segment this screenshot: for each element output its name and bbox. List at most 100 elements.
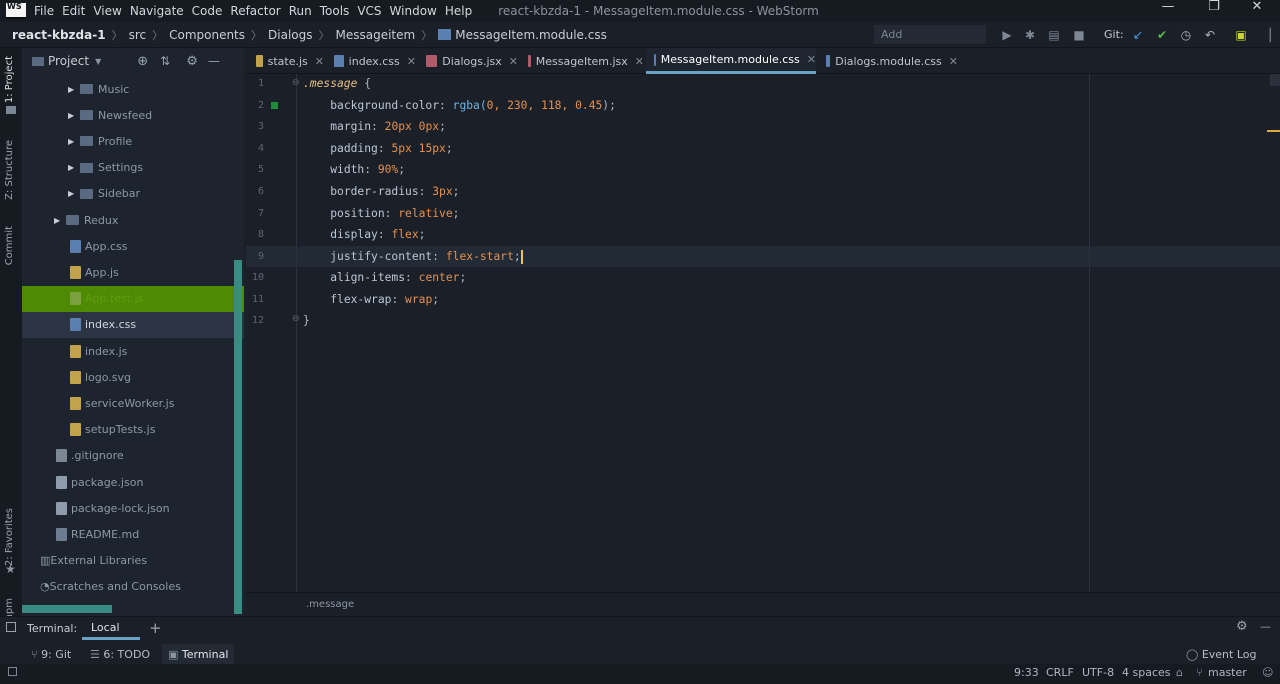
menu-code[interactable]: Code bbox=[192, 4, 223, 18]
project-scrollbar[interactable] bbox=[234, 260, 242, 614]
expand-arrow-icon[interactable]: ▶ bbox=[68, 189, 80, 198]
favorites-tool-button[interactable]: 2: Favorites bbox=[4, 508, 15, 566]
close-icon[interactable]: ✕ bbox=[315, 55, 324, 68]
tree-item[interactable]: App.test.js bbox=[22, 285, 244, 312]
close-icon[interactable]: ✕ bbox=[635, 55, 644, 68]
tree-item[interactable]: ◔ Scratches and Consoles bbox=[22, 574, 244, 600]
new-terminal-button[interactable]: + bbox=[149, 619, 162, 637]
rollback-icon[interactable]: ↶ bbox=[1202, 27, 1218, 43]
menu-file[interactable]: File bbox=[34, 4, 54, 18]
tab-state-js[interactable]: state.js ✕ bbox=[248, 48, 324, 74]
menu-run[interactable]: Run bbox=[289, 4, 312, 18]
close-window-icon[interactable]: ✕ bbox=[1234, 0, 1280, 22]
close-icon[interactable]: ✕ bbox=[509, 55, 518, 68]
tree-item[interactable]: ▶ Profile bbox=[22, 128, 244, 154]
status-caret-position[interactable]: 9:33 bbox=[1014, 666, 1039, 679]
hide-icon[interactable]: — bbox=[208, 54, 220, 68]
tree-item[interactable]: ▶ Sidebar bbox=[22, 181, 244, 207]
tree-item[interactable]: setupTests.js bbox=[22, 417, 244, 443]
breadcrumb-project[interactable]: react-kbzda-1 bbox=[12, 28, 106, 42]
error-stripe-marker[interactable] bbox=[1267, 130, 1280, 132]
hide-icon[interactable]: — bbox=[1260, 620, 1271, 633]
status-encoding[interactable]: UTF-8 bbox=[1082, 666, 1114, 679]
coverage-icon[interactable]: ▤ bbox=[1046, 27, 1062, 43]
project-tool-button[interactable]: 1: Project bbox=[4, 56, 15, 103]
menu-view[interactable]: View bbox=[93, 4, 121, 18]
status-indent[interactable]: 4 spaces bbox=[1122, 666, 1171, 679]
tree-item[interactable]: serviceWorker.js bbox=[22, 390, 244, 416]
tool-todo-button[interactable]: ☰ 6: TODO bbox=[90, 648, 150, 661]
breadcrumb-components[interactable]: Components bbox=[169, 28, 245, 42]
debug-icon[interactable]: ✱ bbox=[1022, 27, 1038, 43]
search-everywhere-icon[interactable]: ▕ bbox=[1258, 27, 1274, 43]
tab-dialogs-jsx[interactable]: Dialogs.jsx ✕ bbox=[418, 48, 518, 74]
chevron-down-icon[interactable]: ▼ bbox=[95, 57, 101, 66]
tree-item[interactable]: logo.svg bbox=[22, 364, 244, 390]
tree-item[interactable]: index.js bbox=[22, 338, 244, 364]
tree-item[interactable]: ▥ External Libraries bbox=[22, 548, 244, 574]
minimize-icon[interactable]: — bbox=[1145, 0, 1191, 22]
menu-vcs[interactable]: VCS bbox=[357, 4, 381, 18]
add-configuration-button[interactable]: Add Configuration... bbox=[874, 25, 986, 60]
project-horizontal-scrollbar[interactable] bbox=[22, 605, 112, 613]
tree-item[interactable]: ▶ Newsfeed bbox=[22, 102, 244, 128]
expand-arrow-icon[interactable]: ▶ bbox=[68, 137, 80, 146]
run-icon[interactable]: ▶ bbox=[999, 27, 1015, 43]
tree-item[interactable]: App.js bbox=[22, 259, 244, 285]
event-log-button[interactable]: ◯ Event Log bbox=[1186, 648, 1256, 661]
tree-item[interactable]: package.json bbox=[22, 469, 244, 495]
expand-arrow-icon[interactable]: ▶ bbox=[68, 85, 80, 94]
tab-dialogs-module-css[interactable]: Dialogs.module.css ✕ bbox=[818, 48, 958, 74]
menu-edit[interactable]: Edit bbox=[62, 4, 85, 18]
expand-arrow-icon[interactable]: ▶ bbox=[68, 163, 80, 172]
structure-tool-button[interactable]: Z: Structure bbox=[4, 140, 15, 200]
presentation-icon[interactable]: ▣ bbox=[1233, 27, 1249, 43]
menu-navigate[interactable]: Navigate bbox=[130, 4, 184, 18]
editor-breadcrumb[interactable]: .message bbox=[306, 599, 354, 610]
terminal-tab-local[interactable]: Local bbox=[82, 616, 140, 640]
project-panel-title[interactable]: Project bbox=[48, 54, 89, 68]
tree-item[interactable]: ▶ Music bbox=[22, 76, 244, 102]
menu-tools[interactable]: Tools bbox=[320, 4, 350, 18]
breadcrumb-dialogs[interactable]: Dialogs bbox=[268, 28, 312, 42]
layout-icon[interactable] bbox=[8, 667, 17, 676]
fold-icon[interactable]: ⊖ bbox=[292, 314, 300, 324]
tab-index-css[interactable]: index.css ✕ bbox=[326, 48, 416, 74]
tab-messageitem-jsx[interactable]: MessageItem.jsx ✕ bbox=[520, 48, 644, 74]
breadcrumb-file[interactable]: MessageItem.module.css bbox=[455, 28, 607, 42]
tab-messageitem-module-css[interactable]: MessageItem.module.css ✕ bbox=[646, 48, 816, 74]
tree-item[interactable]: .gitignore bbox=[22, 443, 244, 469]
tree-item[interactable]: README.md bbox=[22, 521, 244, 547]
breadcrumb-messageitem[interactable]: Messageitem bbox=[336, 28, 416, 42]
editor-scrollbar-thumb[interactable] bbox=[1270, 74, 1280, 86]
close-icon[interactable]: ✕ bbox=[949, 55, 958, 68]
lock-icon[interactable]: ⌂ bbox=[1176, 666, 1183, 679]
collapse-all-icon[interactable]: ⇅ bbox=[160, 54, 170, 68]
status-branch[interactable]: master bbox=[1208, 666, 1247, 679]
restore-icon[interactable]: ❐ bbox=[1191, 0, 1237, 22]
user-icon[interactable]: ☺ bbox=[1262, 666, 1273, 679]
close-icon[interactable]: ✕ bbox=[407, 55, 416, 68]
close-icon[interactable]: ✕ bbox=[807, 53, 816, 66]
tree-item[interactable]: App.css bbox=[22, 233, 244, 259]
tool-git-button[interactable]: ⑂ 9: Git bbox=[31, 648, 71, 661]
tree-item[interactable]: ▶ Settings bbox=[22, 155, 244, 181]
expand-arrow-icon[interactable]: ▶ bbox=[54, 216, 66, 225]
breadcrumb-src[interactable]: src bbox=[129, 28, 147, 42]
gear-icon[interactable]: ⚙ bbox=[1236, 619, 1248, 634]
tree-item[interactable]: package-lock.json bbox=[22, 495, 244, 521]
menu-window[interactable]: Window bbox=[390, 4, 437, 18]
history-icon[interactable]: ◷ bbox=[1178, 27, 1194, 43]
menu-refactor[interactable]: Refactor bbox=[230, 4, 280, 18]
git-commit-icon[interactable]: ✔ bbox=[1154, 27, 1170, 43]
stop-icon[interactable]: ■ bbox=[1071, 27, 1087, 43]
commit-tool-button[interactable]: Commit bbox=[4, 226, 15, 265]
tool-terminal-label[interactable]: ▣ Terminal bbox=[168, 648, 228, 661]
git-update-icon[interactable]: ↙ bbox=[1130, 27, 1146, 43]
locate-icon[interactable]: ⊕ bbox=[137, 54, 148, 69]
expand-arrow-icon[interactable]: ▶ bbox=[68, 111, 80, 120]
menu-help[interactable]: Help bbox=[445, 4, 472, 18]
gear-icon[interactable]: ⚙ bbox=[186, 54, 198, 69]
status-line-separator[interactable]: CRLF bbox=[1046, 666, 1074, 679]
tree-item[interactable]: ▶ Redux bbox=[22, 207, 244, 233]
